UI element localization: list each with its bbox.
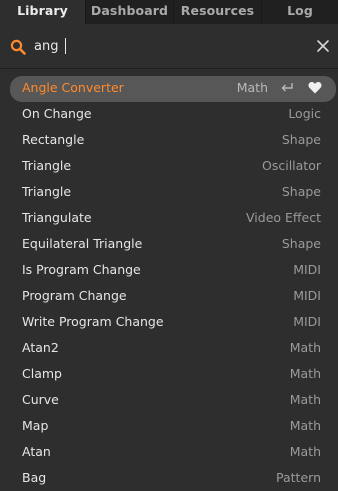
- close-icon[interactable]: [316, 39, 330, 53]
- item-category: Shape: [281, 132, 321, 147]
- item-name: Atan: [22, 444, 51, 459]
- list-item[interactable]: Curve Math: [0, 388, 338, 414]
- search-input[interactable]: [34, 35, 304, 57]
- item-name: Write Program Change: [22, 314, 164, 329]
- item-category: Math: [289, 366, 321, 381]
- item-category: Math: [289, 418, 321, 433]
- item-name: Atan2: [22, 340, 59, 355]
- heart-icon[interactable]: [308, 81, 322, 94]
- tab-library[interactable]: Library: [0, 0, 85, 24]
- list-item[interactable]: Is Program Change MIDI: [0, 258, 338, 284]
- list-item[interactable]: Clamp Math: [0, 362, 338, 388]
- tab-resources[interactable]: Resources: [173, 0, 261, 24]
- item-category: MIDI: [293, 314, 321, 329]
- list-item[interactable]: Equilateral Triangle Shape: [0, 232, 338, 258]
- list-item[interactable]: Rectangle Shape: [0, 128, 338, 154]
- library-panel: Library Dashboard Resources Log Angle Co…: [0, 0, 338, 491]
- enter-icon: [281, 83, 293, 92]
- list-item-selected[interactable]: Angle Converter Math: [10, 76, 336, 102]
- item-category: Logic: [288, 106, 321, 121]
- search-bar: [10, 34, 338, 58]
- tab-bar: Library Dashboard Resources Log: [0, 0, 338, 24]
- item-category: Oscillator: [262, 158, 321, 173]
- list-item[interactable]: On Change Logic: [0, 102, 338, 128]
- item-name: Program Change: [22, 288, 127, 303]
- item-category: Math: [289, 444, 321, 459]
- item-name: Triangulate: [22, 210, 92, 225]
- list-item[interactable]: Map Math: [0, 414, 338, 440]
- search-icon: [10, 39, 26, 55]
- item-name: Map: [22, 418, 49, 433]
- tab-dashboard[interactable]: Dashboard: [85, 0, 173, 24]
- list-item[interactable]: Bag Pattern: [0, 466, 338, 491]
- list-item[interactable]: Program Change MIDI: [0, 284, 338, 310]
- list-item[interactable]: Write Program Change MIDI: [0, 310, 338, 336]
- item-name: Triangle: [22, 184, 72, 199]
- item-category: Pattern: [276, 470, 321, 485]
- item-name: Curve: [22, 392, 59, 407]
- item-name: Is Program Change: [22, 262, 141, 277]
- tab-log[interactable]: Log: [261, 0, 338, 24]
- item-category: Video Effect: [246, 210, 321, 225]
- text-caret: [65, 38, 66, 54]
- item-name: Clamp: [22, 366, 62, 381]
- item-name: Bag: [22, 470, 47, 485]
- item-name: Angle Converter: [22, 80, 124, 95]
- list-item[interactable]: Triangulate Video Effect: [0, 206, 338, 232]
- item-category: Shape: [281, 184, 321, 199]
- item-category: MIDI: [293, 262, 321, 277]
- list-item[interactable]: Triangle Oscillator: [0, 154, 338, 180]
- item-name: Equilateral Triangle: [22, 236, 143, 251]
- list-item[interactable]: Triangle Shape: [0, 180, 338, 206]
- item-category: Shape: [281, 236, 321, 251]
- item-category: MIDI: [293, 288, 321, 303]
- list-item[interactable]: Atan Math: [0, 440, 338, 466]
- list-item[interactable]: Atan2 Math: [0, 336, 338, 362]
- item-name: On Change: [22, 106, 92, 121]
- item-category: Math: [289, 340, 321, 355]
- results-list: Angle Converter Math On Change Logic Rect…: [0, 76, 338, 491]
- item-name: Triangle: [22, 158, 72, 173]
- item-category: Math: [236, 80, 268, 95]
- divider: [0, 68, 338, 69]
- item-name: Rectangle: [22, 132, 85, 147]
- item-category: Math: [289, 392, 321, 407]
